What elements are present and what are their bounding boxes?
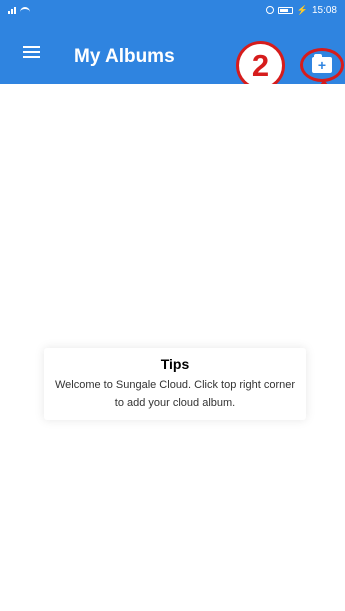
step-number: 2: [251, 47, 270, 83]
tips-box: Tips Welcome to Sungale Cloud. Click top…: [44, 348, 306, 420]
status-time: 15:08: [311, 4, 337, 16]
signal-icon: [8, 6, 16, 14]
tips-message: Welcome to Sungale Cloud. Click top righ…: [54, 379, 296, 409]
step-number-annotation: 2: [236, 41, 285, 90]
alarm-icon: [265, 6, 274, 14]
app-bar: My Albums 2 +: [0, 20, 345, 90]
wifi-icon: [20, 6, 30, 14]
status-right: ⚡ 15:08: [265, 4, 337, 16]
status-left: [8, 6, 30, 14]
albums-content: Tips Welcome to Sungale Cloud. Click top…: [0, 84, 345, 611]
page-title: My Albums: [74, 46, 175, 67]
menu-icon[interactable]: [23, 51, 40, 53]
tips-title: Tips: [160, 356, 190, 372]
status-bar: ⚡ 15:08: [0, 0, 345, 20]
battery-icon: [277, 6, 293, 14]
folder-plus-icon: +: [312, 54, 332, 73]
add-album-button[interactable]: +: [300, 48, 344, 82]
charging-icon: ⚡: [296, 4, 308, 15]
